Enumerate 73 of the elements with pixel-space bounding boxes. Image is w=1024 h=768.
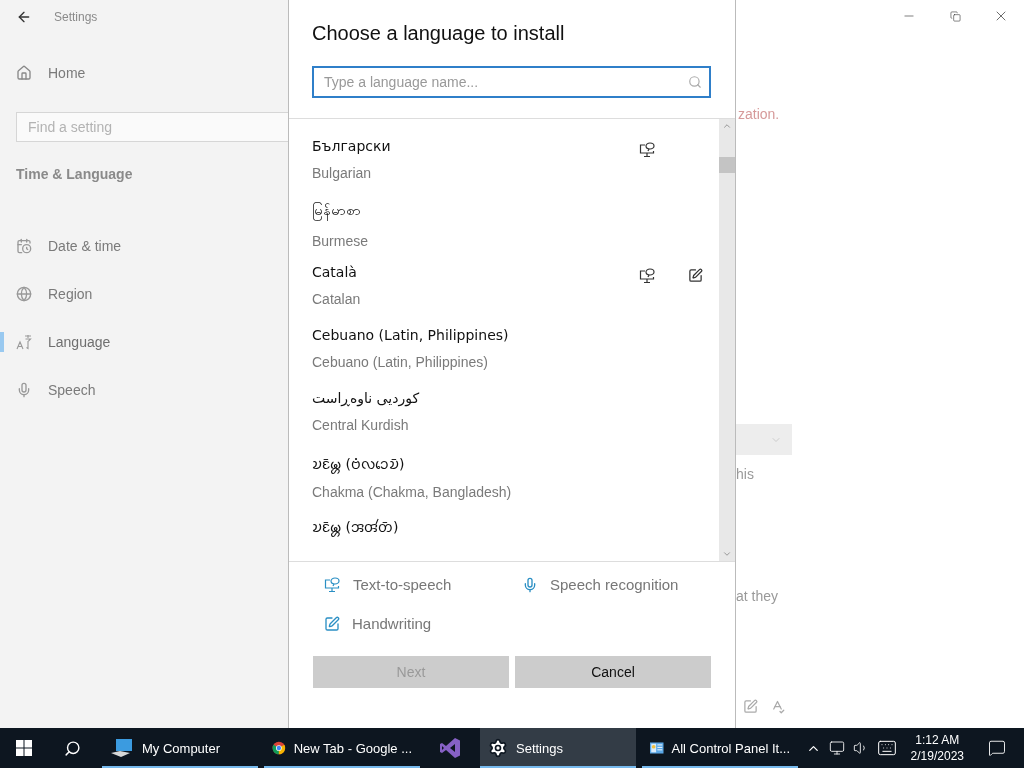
section-title: Time & Language [15, 165, 134, 184]
list-entry[interactable]: Български Bulgarian [289, 138, 719, 201]
scrollbar[interactable] [719, 119, 735, 561]
infinity-logo-icon [438, 736, 462, 760]
control-panel-icon [650, 739, 664, 757]
sidebar-item[interactable]: Speech [0, 366, 288, 414]
native-language-name: Cebuano (Latin, Philippines) [312, 327, 509, 343]
search-icon [63, 739, 81, 757]
legend-label: Speech recognition [550, 576, 679, 593]
clock[interactable]: 1:12 AM 2/19/2023 [904, 733, 970, 763]
microphone-icon [522, 576, 538, 593]
list-entry[interactable]: Cebuano (Latin, Philippines) Cebuano (Latin, Philippines) [289, 327, 719, 390]
sidebar-item-label: Region [48, 286, 93, 302]
native-language-name: Català [312, 264, 357, 280]
native-language-name: 𑄌𑄋𑄴𑄟𑄳𑄦 (𑄝𑄁𑄣𑄘𑄬𑄌𑄴) [312, 455, 405, 473]
monitor-speech-icon [638, 268, 656, 284]
spell-check-icon [770, 699, 785, 714]
settings-icon [488, 738, 508, 758]
computer-icon [110, 737, 134, 759]
list-entry[interactable]: Català Catalan [289, 264, 719, 327]
calendar-clock-icon [16, 238, 32, 254]
monitor-speech-icon [324, 576, 341, 593]
pen-square-icon [687, 268, 703, 283]
english-language-name: Bulgarian [312, 165, 372, 181]
english-language-name: Central Kurdish [312, 417, 409, 433]
home-nav-item[interactable]: Home [0, 49, 288, 97]
sidebar-item[interactable]: Region [0, 270, 288, 318]
windows-logo-icon [16, 740, 32, 756]
sidebar-item[interactable]: Date & time [0, 222, 288, 270]
sidebar-item-label: Date & time [48, 238, 122, 254]
microphone-icon [16, 382, 32, 398]
native-language-name: کوردیی ناوەڕاست [312, 390, 420, 406]
english-language-name: Cebuano (Latin, Philippines) [312, 354, 488, 370]
home-icon [16, 65, 32, 81]
language-icon [16, 334, 32, 350]
body-text: at they [736, 588, 779, 604]
clock-time: 1:12 AM [915, 733, 960, 747]
monitor-speech-icon [638, 142, 656, 158]
native-language-name: မြန်မာစာ [312, 201, 361, 222]
list-entry[interactable]: 𑄌𑄋𑄴𑄟𑄳𑄦 (𑄞𑄢𑄧𑄖𑄴) [289, 516, 719, 561]
taskbar-app-button[interactable]: My Computer [102, 728, 258, 768]
window-title: Settings [54, 9, 98, 24]
sidebar-item-label: Language [48, 334, 111, 350]
taskbar-app-button[interactable]: New Tab - Google ... [264, 728, 420, 768]
restore-icon [949, 10, 961, 22]
taskbar-app-button[interactable]: All Control Panel It... [642, 728, 798, 768]
native-language-name: 𑄌𑄋𑄴𑄟𑄳𑄦 (𑄞𑄢𑄧𑄖𑄴) [312, 518, 399, 536]
native-language-name: Български [312, 138, 391, 154]
clock-date: 2/19/2023 [910, 749, 964, 763]
english-language-name: Chakma (Chakma, Bangladesh) [312, 484, 512, 500]
list-entry[interactable]: မြန်မာစာ Burmese [289, 201, 719, 264]
cancel-button[interactable]: Cancel [515, 656, 711, 688]
speech-bubble-icon [988, 739, 1006, 757]
notice-text: zation. [738, 106, 780, 122]
keyboard-icon[interactable] [876, 738, 897, 758]
globe-icon [16, 286, 32, 302]
scroll-thumb[interactable] [719, 157, 735, 173]
home-label: Home [48, 65, 86, 81]
search-icon [688, 75, 702, 89]
english-language-name: Catalan [312, 291, 361, 307]
legend-label: Handwriting [352, 615, 432, 632]
sidebar-item[interactable]: Language [0, 318, 288, 366]
search-field[interactable]: Type a language name... [312, 66, 711, 98]
pen-square-icon [324, 615, 340, 632]
english-language-name: Burmese [312, 233, 369, 249]
network-icon[interactable] [828, 740, 845, 756]
body-text: his [736, 466, 754, 482]
list-entry[interactable]: 𑄌𑄋𑄴𑄟𑄳𑄦 (𑄝𑄁𑄣𑄘𑄬𑄌𑄴) Chakma (Chakma, Bangladesh) [289, 453, 719, 516]
dialog-title: Choose a language to install [312, 22, 565, 44]
pen-square-icon [743, 699, 758, 714]
sidebar-item-label: Speech [48, 382, 96, 398]
legend-label: Text-to-speech [353, 576, 452, 593]
taskbar-app-button[interactable]: Settings [480, 728, 636, 768]
